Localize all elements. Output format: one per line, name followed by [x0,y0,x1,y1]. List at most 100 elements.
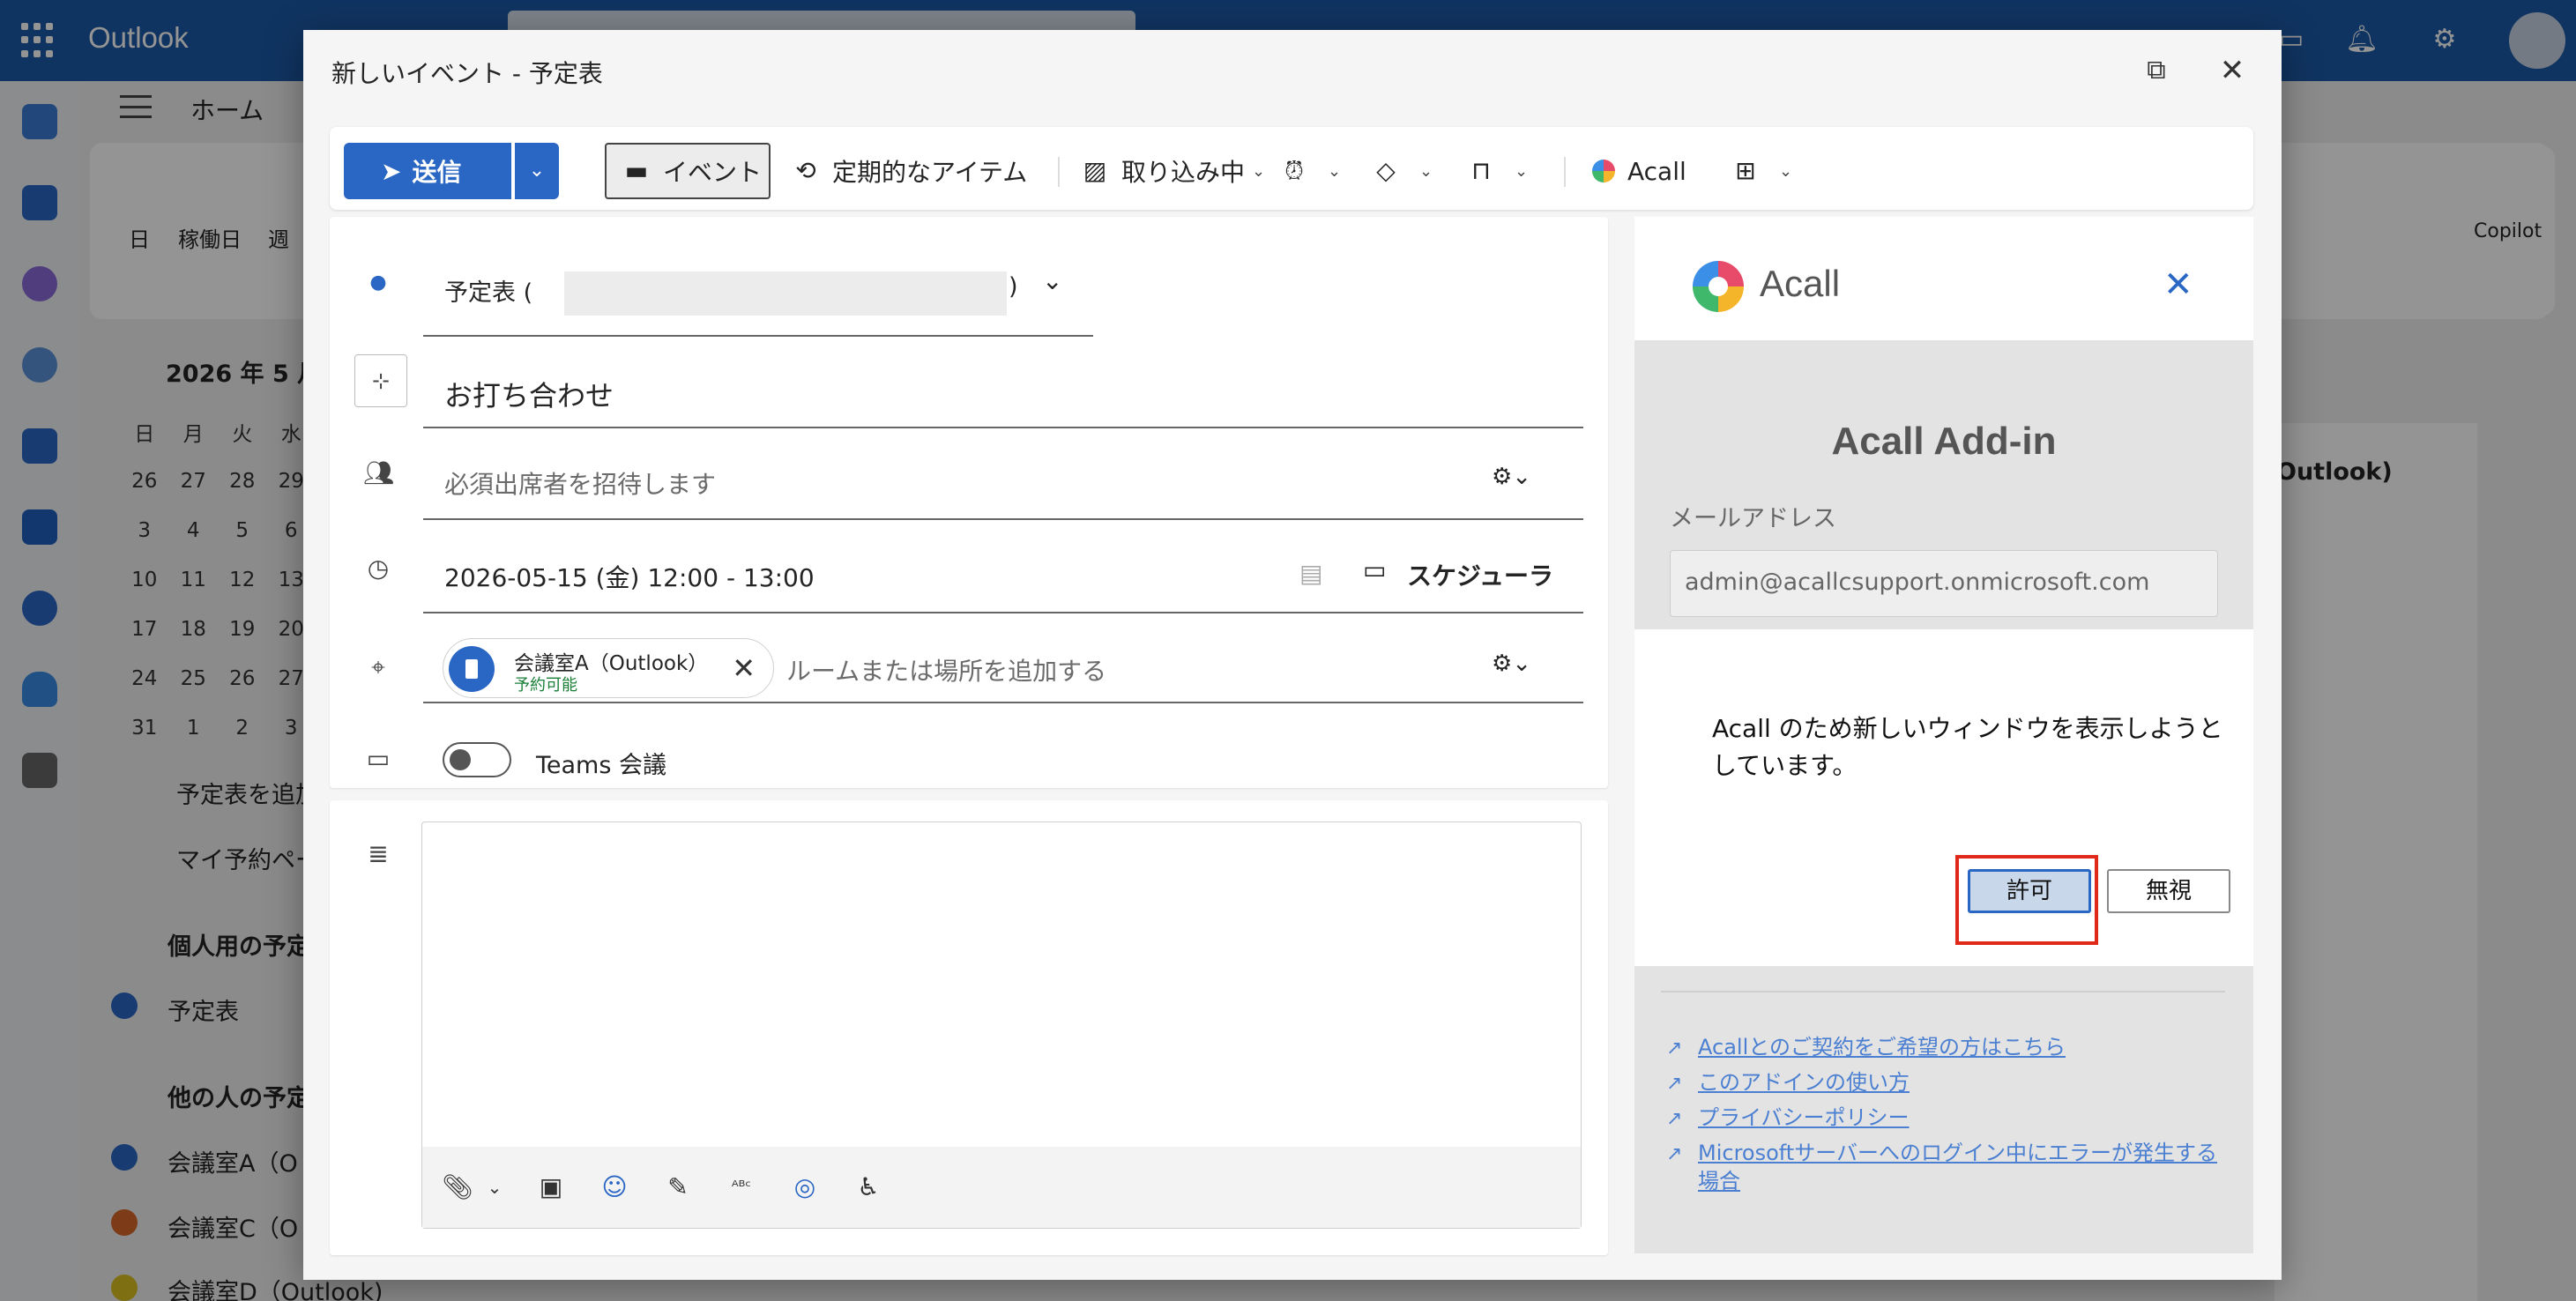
apps-button[interactable]: ⊞ ⌄ [1731,143,1792,199]
room-chip[interactable]: 会議室A（Outlook） 予約可能 ✕ [443,638,774,698]
datetime-field[interactable]: 2026-05-15 (金) 12:00 - 13:00 [444,559,815,594]
event-toolbar: ➤ 送信 ⌄ ▬ イベント ⟲ 定期的なアイテム ▨ 取り込み中 ⌄ ⏰︎ ⌄ … [330,127,2253,210]
field-underline [423,427,1583,428]
categorize-button[interactable]: ◇ ⌄ [1372,143,1433,199]
show-as-button[interactable]: ▨ 取り込み中 ⌄ [1081,143,1265,199]
toolbar-divider [1564,157,1566,187]
external-link-icon: ↗ [1666,1037,1683,1059]
ignore-button[interactable]: 無視 [2107,869,2230,913]
room-finder-icon[interactable]: ▤ [1299,559,1322,588]
accessibility-icon[interactable]: ♿︎ [852,1171,884,1203]
email-label: メールアドレス [1670,505,1836,532]
event-label: イベント [663,158,763,187]
chevron-down-icon[interactable]: ⌄ [479,1171,510,1203]
recurring-label: 定期的なアイテム [832,158,1028,187]
teams-toggle[interactable] [443,742,511,777]
acall-toolbar-label: Acall [1627,156,1686,186]
emoji-icon[interactable]: ☺ [599,1171,630,1203]
loop-icon[interactable]: ◎ [789,1171,821,1203]
remove-room-icon[interactable]: ✕ [732,651,756,685]
field-underline [423,702,1583,703]
format-icon[interactable]: ✎ [662,1171,694,1203]
dialog-title: 新しいイベント - 予定表 [331,59,603,88]
external-link-icon: ↗ [1666,1143,1683,1165]
link-text: このアドインの使い方 [1698,1070,1910,1095]
clock-icon: ◷ [367,554,390,583]
toolbar-divider [1058,157,1060,187]
link-howto[interactable]: ↗ このアドインの使い方 [1666,1068,2230,1097]
chevron-down-icon: ⌄ [1779,161,1793,181]
acall-header: Acall ✕ [1634,217,2253,340]
link-privacy[interactable]: ↗ プライバシーポリシー [1666,1104,2230,1132]
acall-logo-icon [1592,160,1615,182]
subject-input[interactable]: お打ち合わせ [444,374,614,414]
chevron-down-icon[interactable]: ⌄ [1042,266,1062,295]
close-icon[interactable]: ✕ [2163,264,2193,305]
room-icon [449,646,495,692]
recurring-button[interactable]: ⟲ 定期的なアイテム [792,143,1027,199]
location-options-icon[interactable]: ⚙⌄ [1492,650,1531,677]
allow-button[interactable]: 許可 [1968,869,2091,913]
divider [1661,991,2225,992]
prompt-message: Acall のため新しいウィンドウを表示しようとしています。 [1712,714,2223,780]
attendees-icon: 👥︎ [363,458,395,487]
acall-logo-icon [1693,261,1744,312]
chevron-down-icon: ⌄ [1515,161,1529,181]
location-input[interactable]: ルームまたは場所を追加する [786,652,1106,688]
repeat-icon: ⟲ [795,156,816,185]
scheduler-button[interactable]: スケジューラ [1407,557,1553,592]
reminder-button[interactable]: ⏰︎ ⌄ [1280,143,1341,199]
acall-addin-button[interactable]: Acall [1592,143,1686,199]
field-underline [423,335,1093,337]
scheduler-icon: ▭ [1363,555,1387,584]
calendar-selector-suffix: ) [1009,273,1018,301]
scheduling-icon[interactable]: ⊹ [354,354,407,407]
privacy-button[interactable]: ⊓ ⌄ [1467,143,1528,199]
external-link-icon: ↗ [1666,1073,1683,1095]
link-contract[interactable]: ↗ Acallとのご契約をご希望の方はこちら [1666,1033,2230,1061]
editor-toolbar: 📎︎ ⌄ ▣ ☺ ✎ ᴬᴮᶜ ◎ ♿︎ [422,1147,1581,1228]
room-name: 会議室A（Outlook） [514,652,709,675]
teams-label: Teams 会議 [536,752,667,779]
lock-icon: ⊓ [1471,156,1491,185]
chevron-down-icon: ⌄ [1419,161,1433,181]
spellcheck-icon[interactable]: ᴬᴮᶜ [726,1171,757,1203]
calendar-selector-prefix[interactable]: 予定表 ( [444,273,532,308]
busy-status-icon: ▨ [1083,156,1107,185]
send-icon: ➤ [381,156,402,186]
response-options-icon[interactable]: ⚙⌄ [1492,464,1531,490]
pop-out-icon[interactable]: ⧉ [2139,53,2174,88]
tag-icon: ◇ [1376,156,1396,185]
new-event-dialog: 新しいイベント - 予定表 ⧉ ✕ ➤ 送信 ⌄ ▬ イベント ⟲ 定期的なアイ… [303,30,2282,1280]
chevron-down-icon: ⌄ [1328,161,1342,181]
calendar-icon: ▬ [624,156,649,185]
send-options-chevron-icon[interactable]: ⌄ [515,143,559,199]
location-pin-icon: ⌖ [371,652,385,681]
body-card: ≣ 📎︎ ⌄ ▣ ☺ ✎ ᴬᴮᶜ ◎ ♿︎ [330,800,1608,1255]
link-login-error[interactable]: ↗ Microsoftサーバーへのログイン中にエラーが発生する場合 [1666,1139,2230,1195]
calendar-color-dot-icon: ● [369,271,387,294]
acall-addin-pane: Acall ✕ Acall Add-in メールアドレス admin@acall… [1634,217,2253,1253]
video-camera-icon: ▭ [366,744,391,773]
link-text: Microsoftサーバーへのログイン中にエラーが発生する場合 [1698,1141,2217,1193]
acall-links: ↗ Acallとのご契約をご希望の方はこちら ↗ このアドインの使い方 ↗ プライバシ… [1666,1033,2230,1202]
alarm-icon: ⏰︎ [1284,156,1304,185]
field-underline [423,518,1583,520]
send-label: 送信 [412,158,462,187]
room-availability: 予約可能 [514,676,577,695]
field-underline [423,612,1583,613]
apps-grid-icon: ⊞ [1735,156,1756,185]
email-field[interactable]: admin@acallcsupport.onmicrosoft.com [1670,550,2218,617]
close-icon[interactable]: ✕ [2215,53,2250,88]
body-editor[interactable]: 📎︎ ⌄ ▣ ☺ ✎ ᴬᴮᶜ ◎ ♿︎ [421,821,1582,1229]
event-type-button[interactable]: ▬ イベント [605,143,771,199]
attendees-input[interactable]: 必須出席者を招待します [444,465,716,501]
event-form: ● 予定表 ( ) ⌄ ⊹ お打ち合わせ 👥︎ 必須出席者を招待します ⚙⌄ ◷… [330,217,1608,788]
acall-title: Acall Add-in [1831,420,2057,463]
show-as-label: 取り込み中 [1121,158,1246,187]
image-icon[interactable]: ▣ [535,1171,567,1203]
redacted-account [564,271,1007,316]
attach-icon[interactable]: 📎︎ [442,1171,473,1203]
send-button[interactable]: ➤ 送信 [344,143,511,199]
external-link-icon: ↗ [1666,1108,1683,1130]
